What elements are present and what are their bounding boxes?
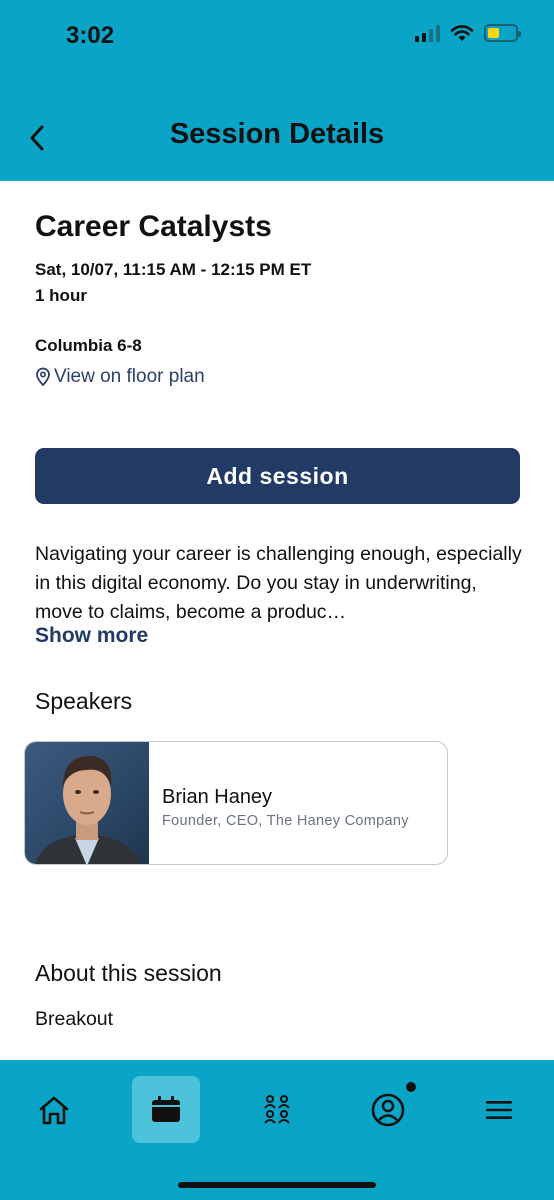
- tab-home[interactable]: [20, 1076, 88, 1143]
- bottom-tab-bar: [0, 1060, 554, 1200]
- session-room: Columbia 6-8: [35, 336, 142, 355]
- session-type: Breakout: [35, 1008, 114, 1030]
- profile-icon: [371, 1093, 405, 1126]
- speakers-heading: Speakers: [35, 688, 133, 714]
- add-session-button[interactable]: Add session: [35, 448, 520, 504]
- status-time: 3:02: [66, 22, 115, 49]
- session-title: Career Catalysts: [35, 210, 272, 243]
- wifi-icon: [450, 25, 474, 41]
- signal-icon: [415, 24, 440, 42]
- floor-plan-label: View on floor plan: [54, 366, 205, 387]
- tab-attendees[interactable]: [243, 1076, 311, 1143]
- show-more-link[interactable]: Show more: [35, 624, 148, 648]
- page-title: Session Details: [169, 118, 385, 150]
- location-pin-icon: [36, 367, 50, 387]
- tab-menu[interactable]: [465, 1076, 533, 1143]
- home-indicator: [178, 1182, 376, 1188]
- home-icon: [39, 1096, 69, 1124]
- speaker-photo: [35, 756, 141, 864]
- speaker-name: Brian Haney: [162, 786, 273, 808]
- speaker-avatar: [25, 742, 149, 864]
- floor-plan-link[interactable]: View on floor plan: [35, 366, 205, 388]
- tab-schedule[interactable]: [132, 1076, 200, 1143]
- notification-badge: [406, 1082, 416, 1092]
- menu-icon: [486, 1100, 512, 1119]
- about-heading: About this session: [35, 960, 222, 986]
- speaker-card[interactable]: Brian Haney Founder, CEO, The Haney Comp…: [24, 741, 448, 865]
- header-bar: 3:02 Session Details: [0, 0, 554, 181]
- speaker-role: Founder, CEO, The Haney Company: [162, 813, 409, 829]
- calendar-icon: [152, 1095, 180, 1122]
- session-datetime: Sat, 10/07, 11:15 AM - 12:15 PM ET: [35, 260, 312, 279]
- people-icon: [264, 1094, 290, 1124]
- battery-icon: [484, 24, 521, 42]
- session-description: Navigating your career is challenging en…: [35, 543, 522, 623]
- session-duration: 1 hour: [35, 286, 87, 305]
- status-icons: [415, 24, 521, 42]
